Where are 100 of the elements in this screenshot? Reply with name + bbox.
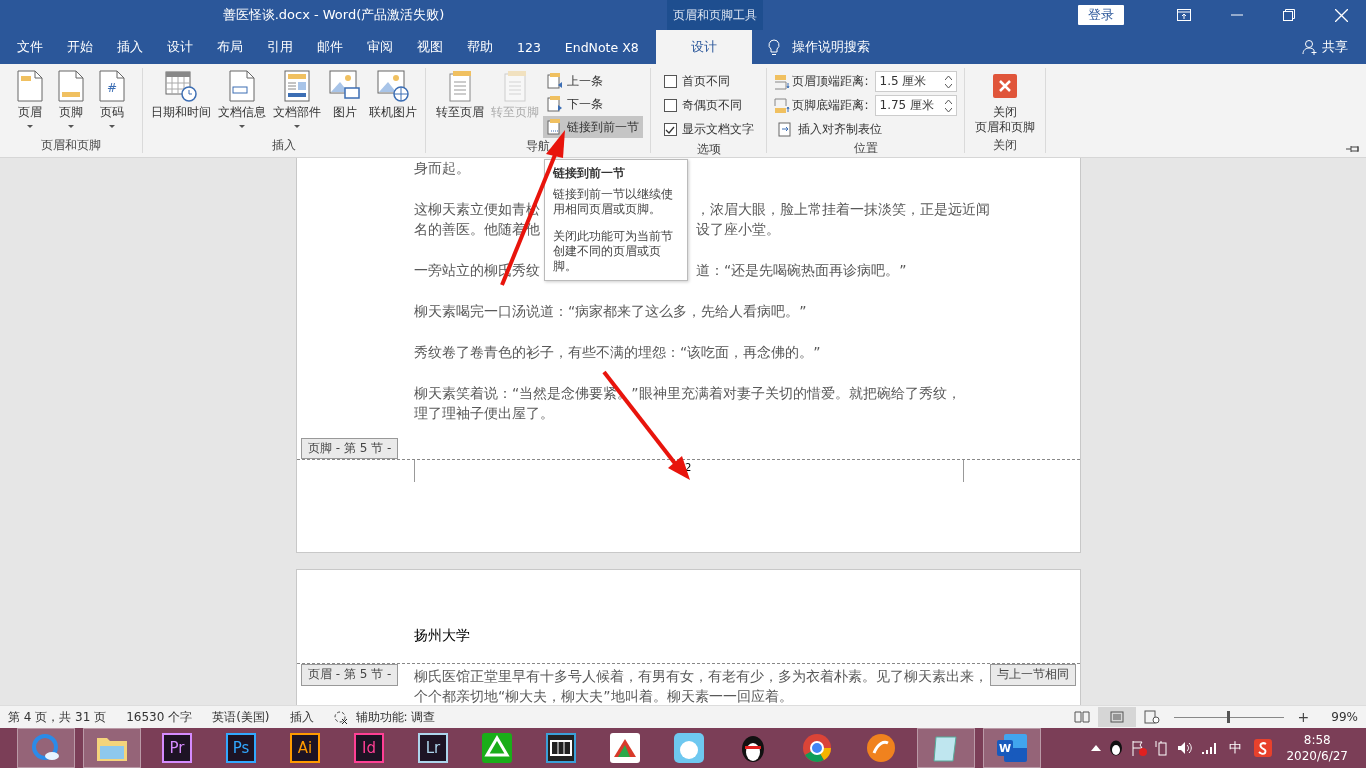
- dropdown-caret-icon: [68, 125, 74, 128]
- ribbon-button[interactable]: 文档部件: [270, 68, 324, 130]
- person-add-icon: [1302, 39, 1318, 55]
- web-layout-icon[interactable]: [1143, 710, 1160, 724]
- app-tile-icon: Ps: [226, 733, 256, 763]
- status-item[interactable]: 英语(美国): [212, 708, 270, 726]
- taskbar-app[interactable]: Ai: [277, 729, 333, 767]
- tell-me-search[interactable]: 操作说明搜索: [751, 30, 870, 64]
- group-label: 插入: [271, 137, 297, 153]
- ribbon-tab[interactable]: 开始: [55, 30, 105, 64]
- close-header-footer-button[interactable]: 关闭 页眉和页脚: [972, 68, 1038, 137]
- clock[interactable]: 8:58 2020/6/27: [1286, 732, 1348, 764]
- status-item[interactable]: 辅助功能: 调查: [355, 708, 436, 726]
- checkbox[interactable]: 首页不同: [659, 70, 758, 93]
- paragraph-text: 秀纹卷了卷青色的衫子，有些不满的埋怨：“该吃面，再念佛的。”: [414, 343, 821, 362]
- ribbon-button[interactable]: 页脚: [51, 68, 91, 130]
- checkbox-box[interactable]: [663, 75, 677, 88]
- spin-arrows-icon[interactable]: [944, 74, 952, 89]
- app-tile-icon: Lr: [418, 733, 448, 763]
- app-tile-icon: Id: [354, 733, 384, 763]
- ribbon-tab[interactable]: 设计: [655, 30, 752, 64]
- status-item[interactable]: 插入: [289, 708, 314, 726]
- paragraph-text: 个个都亲切地“柳大夫，柳大夫”地叫着。柳天素一一回应着。: [414, 687, 793, 705]
- ribbon-tab[interactable]: 123: [505, 30, 553, 64]
- ribbon-display-icon[interactable]: [1177, 9, 1191, 21]
- pin-icon[interactable]: [1346, 145, 1360, 153]
- ribbon-tab[interactable]: 布局: [205, 30, 255, 64]
- clock-date: 2020/6/27: [1286, 748, 1348, 764]
- ribbon-button[interactable]: 上一条: [543, 70, 643, 92]
- checkbox-box[interactable]: [663, 123, 677, 136]
- ribbon-tab[interactable]: 帮助: [455, 30, 505, 64]
- swirl-app-icon: [866, 733, 896, 763]
- ribbon-tab[interactable]: 邮件: [305, 30, 355, 64]
- film-icon: [546, 733, 576, 763]
- ribbon-button[interactable]: 联机图片: [366, 68, 420, 122]
- paragraph-text: 理了理袖子便出屋了。: [414, 404, 554, 423]
- input-method-indicator[interactable]: 中: [1229, 739, 1243, 757]
- sign-in-button[interactable]: 登录: [1078, 5, 1124, 25]
- zoom-level[interactable]: 99%: [1331, 710, 1358, 724]
- checkbox[interactable]: 显示文档文字: [659, 118, 758, 141]
- spin-arrows-icon[interactable]: [944, 98, 952, 113]
- battery-icon[interactable]: [1155, 740, 1170, 756]
- paragraph-text: 柳天素喝完一口汤说道：“病家都来了这么多，先给人看病吧。”: [414, 302, 807, 321]
- accessibility-icon: [333, 710, 348, 724]
- margin-icon: [774, 97, 791, 114]
- checkbox-label: 显示文档文字: [681, 121, 754, 138]
- ribbon-button[interactable]: 文档信息: [215, 68, 269, 130]
- ribbon-button[interactable]: 日期和时间: [148, 68, 214, 122]
- ribbon-button[interactable]: # 页码: [92, 68, 132, 130]
- ribbon-button[interactable]: 插入对齐制表位: [774, 118, 957, 140]
- ribbon-tab[interactable]: 文件: [5, 30, 55, 64]
- tooltip-text: 链接到前一节以继续使用相同页眉或页脚。: [553, 187, 674, 217]
- chart-app-icon: [610, 733, 640, 763]
- ribbon-button[interactable]: 转至页眉: [433, 68, 487, 122]
- checkbox-label: 奇偶页不同: [681, 97, 742, 114]
- checkbox[interactable]: 奇偶页不同: [659, 94, 758, 117]
- status-item[interactable]: 16530 个字: [126, 708, 193, 726]
- calendar-clock-icon: [165, 70, 197, 102]
- page-number: 2: [685, 462, 692, 473]
- show-hidden-icons-icon[interactable]: [1091, 745, 1102, 751]
- dropdown-caret-icon: [294, 125, 300, 128]
- group-label: 选项: [695, 141, 722, 157]
- zoom-in-button[interactable]: +: [1297, 709, 1310, 725]
- paragraph-text: ，浓眉大眼，脸上常挂着一抹淡笑，正是远近闻: [696, 200, 990, 219]
- spin-field[interactable]: 1.75 厘米: [874, 95, 957, 116]
- spin-field[interactable]: 1.5 厘米: [874, 71, 957, 92]
- ribbon-tab[interactable]: EndNote X8: [552, 30, 651, 64]
- ribbon-tab[interactable]: 插入: [105, 30, 155, 64]
- share-button[interactable]: 共享: [1302, 30, 1348, 64]
- zoom-thumb[interactable]: [1227, 711, 1231, 723]
- group-label: 导航: [525, 138, 551, 154]
- status-item[interactable]: 第 4 页，共 31 页: [8, 708, 107, 726]
- online-picture-icon: [377, 70, 409, 102]
- close-icon[interactable]: [1335, 8, 1348, 22]
- ribbon-tab[interactable]: 设计: [155, 30, 205, 64]
- ribbon-button[interactable]: 图片: [325, 68, 365, 122]
- ribbon-button[interactable]: 页眉: [10, 68, 50, 130]
- document-lines-icon: [502, 70, 528, 102]
- group-label: 关闭: [992, 137, 1018, 153]
- signal-icon[interactable]: [1201, 741, 1218, 755]
- flag-icon[interactable]: [1131, 740, 1148, 756]
- ribbon-button[interactable]: 下一条: [543, 93, 643, 115]
- group-label: 页眉和页脚: [40, 137, 102, 153]
- taskbar-app[interactable]: Lr: [405, 729, 461, 767]
- restore-icon[interactable]: [1283, 9, 1295, 21]
- ribbon-tab[interactable]: 引用: [255, 30, 305, 64]
- volume-icon[interactable]: [1177, 741, 1194, 755]
- spin-label: 页眉顶端距离:: [792, 73, 869, 90]
- sogou-icon[interactable]: [1254, 739, 1273, 757]
- ribbon-button[interactable]: 链接到前一节: [543, 116, 643, 138]
- checkbox-box[interactable]: [663, 99, 677, 112]
- penguin-tray-icon[interactable]: [1109, 740, 1124, 756]
- taskbar-app[interactable]: Id: [341, 729, 397, 767]
- ribbon-tab[interactable]: 审阅: [355, 30, 405, 64]
- ribbon-tab[interactable]: 视图: [405, 30, 455, 64]
- small-doc-icon: [547, 96, 563, 112]
- taskbar-app[interactable]: W: [983, 728, 1041, 768]
- read-mode-icon[interactable]: [1073, 711, 1090, 723]
- taskbar-app[interactable]: Pr: [149, 729, 205, 767]
- taskbar-app[interactable]: Ps: [213, 729, 269, 767]
